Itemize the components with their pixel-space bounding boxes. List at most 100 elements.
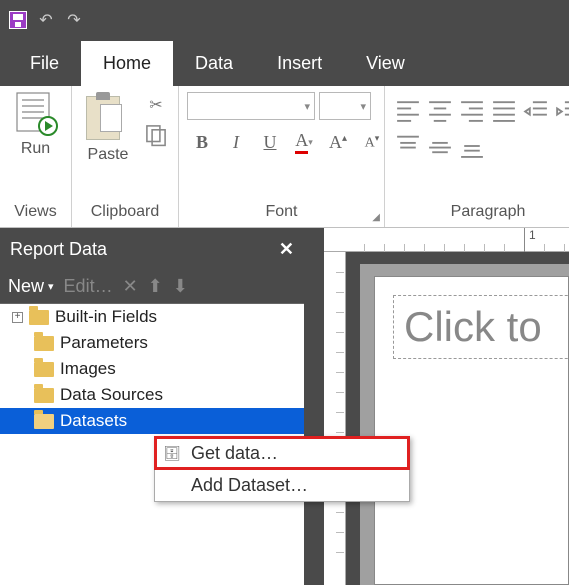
group-paragraph: Paragraph◢	[385, 86, 569, 227]
underline-button[interactable]: U	[255, 128, 285, 156]
panel-title: Report Data	[10, 239, 107, 260]
tree-label: Datasets	[60, 411, 127, 431]
vertical-ruler	[324, 252, 346, 585]
tree-item-data-sources[interactable]: Data Sources	[0, 382, 304, 408]
run-button[interactable]: Run	[8, 92, 63, 158]
tree-item-datasets[interactable]: Datasets	[0, 408, 304, 434]
paste-label: Paste	[88, 146, 129, 164]
database-icon: 🗄	[163, 445, 181, 462]
menu-label: Get data…	[191, 443, 278, 464]
indent-icon	[553, 96, 569, 124]
chevron-down-icon: ▾	[304, 100, 310, 113]
ribbon: Run Views Paste ✂ Clipboard ▾	[0, 86, 569, 228]
report-page[interactable]: Click to	[374, 276, 569, 585]
group-paragraph-label: Paragraph◢	[385, 199, 569, 227]
folder-icon	[34, 388, 54, 403]
tab-home[interactable]: Home	[81, 41, 173, 86]
ribbon-tabs: File Home Data Insert View	[0, 40, 569, 86]
group-views: Run Views	[0, 86, 72, 227]
shrink-font-icon: A▾	[365, 133, 380, 152]
font-color-button[interactable]: A▾	[289, 128, 319, 156]
title-placeholder[interactable]: Click to	[393, 295, 569, 359]
align-left-button[interactable]	[393, 96, 423, 124]
valign-bottom-icon	[457, 132, 487, 160]
design-canvas: 1 Click to	[304, 228, 569, 585]
tree-item-images[interactable]: Images	[0, 356, 304, 382]
tree-item-builtin-fields[interactable]: + Built-in Fields	[0, 304, 304, 330]
group-clipboard-label: Clipboard	[72, 199, 178, 227]
page-background: Click to	[360, 264, 569, 585]
menu-get-data[interactable]: 🗄 Get data…	[155, 437, 409, 469]
folder-icon	[34, 362, 54, 377]
indent-button[interactable]	[553, 96, 569, 124]
new-menu[interactable]: New	[8, 276, 44, 297]
align-left-icon	[393, 96, 423, 124]
title-bar: ↶ ↷	[0, 0, 569, 40]
valign-top-icon	[393, 132, 423, 160]
tab-data[interactable]: Data	[173, 41, 255, 86]
move-down-button[interactable]: ⬇	[173, 276, 188, 297]
group-font: ▾ ▾ B I U A▾ A▴ A▾ Font◢	[179, 86, 385, 227]
font-size-combo[interactable]: ▾	[319, 92, 371, 120]
font-dialog-launcher[interactable]: ◢	[372, 212, 380, 223]
group-clipboard: Paste ✂ Clipboard	[72, 86, 179, 227]
scissors-icon: ✂	[149, 95, 162, 115]
delete-button[interactable]: ✕	[123, 276, 138, 297]
shrink-font-button[interactable]: A▾	[357, 128, 387, 156]
panel-close-button[interactable]: ✕	[279, 239, 294, 260]
tab-view[interactable]: View	[344, 41, 427, 86]
ruler-label: 1	[529, 228, 536, 242]
valign-middle-icon	[425, 132, 455, 160]
folder-icon	[34, 414, 54, 429]
grow-font-button[interactable]: A▴	[323, 128, 353, 156]
outdent-icon	[521, 96, 551, 124]
menu-label: Add Dataset…	[191, 475, 308, 496]
report-data-panel: Report Data ✕ New ▾ Edit… ✕ ⬆ ⬇ + Built-…	[0, 228, 304, 585]
paste-button[interactable]: Paste	[80, 92, 136, 164]
grow-font-icon: A▴	[329, 132, 347, 153]
align-justify-icon	[489, 96, 519, 124]
chevron-down-icon: ▾	[48, 280, 54, 293]
font-family-combo[interactable]: ▾	[187, 92, 315, 120]
copy-button[interactable]	[142, 122, 170, 148]
move-up-button[interactable]: ⬆	[148, 276, 163, 297]
group-views-label: Views	[0, 199, 71, 227]
align-justify-button[interactable]	[489, 96, 519, 124]
valign-bottom-button[interactable]	[457, 132, 487, 160]
context-menu: 🗄 Get data… Add Dataset…	[154, 436, 410, 502]
folder-icon	[29, 310, 49, 325]
font-color-icon: A	[295, 130, 308, 154]
workspace: Report Data ✕ New ▾ Edit… ✕ ⬆ ⬇ + Built-…	[0, 228, 569, 585]
save-button[interactable]	[4, 6, 32, 34]
italic-button[interactable]: I	[221, 128, 251, 156]
copy-icon	[142, 122, 170, 148]
cut-button[interactable]: ✂	[142, 92, 170, 118]
folder-icon	[34, 336, 54, 351]
align-center-button[interactable]	[425, 96, 455, 124]
tab-insert[interactable]: Insert	[255, 41, 344, 86]
plus-icon[interactable]: +	[12, 312, 23, 323]
outdent-button[interactable]	[521, 96, 551, 124]
report-tree: + Built-in Fields Parameters Images Data…	[0, 304, 304, 585]
save-icon	[9, 11, 27, 29]
align-right-button[interactable]	[457, 96, 487, 124]
undo-button[interactable]: ↶	[32, 6, 60, 34]
menu-add-dataset[interactable]: Add Dataset…	[155, 469, 409, 501]
group-font-label: Font◢	[179, 199, 384, 227]
edit-button[interactable]: Edit…	[64, 276, 113, 297]
chevron-down-icon: ▾	[360, 100, 366, 113]
valign-top-button[interactable]	[393, 132, 423, 160]
bold-button[interactable]: B	[187, 128, 217, 156]
valign-middle-button[interactable]	[425, 132, 455, 160]
align-right-icon	[457, 96, 487, 124]
align-center-icon	[425, 96, 455, 124]
tree-label: Parameters	[60, 333, 148, 353]
run-icon	[14, 92, 58, 136]
paste-icon	[86, 92, 130, 142]
tree-label: Data Sources	[60, 385, 163, 405]
horizontal-ruler: 1	[324, 228, 569, 252]
tree-item-parameters[interactable]: Parameters	[0, 330, 304, 356]
tab-file[interactable]: File	[8, 41, 81, 86]
redo-button[interactable]: ↷	[60, 6, 88, 34]
tree-label: Images	[60, 359, 116, 379]
